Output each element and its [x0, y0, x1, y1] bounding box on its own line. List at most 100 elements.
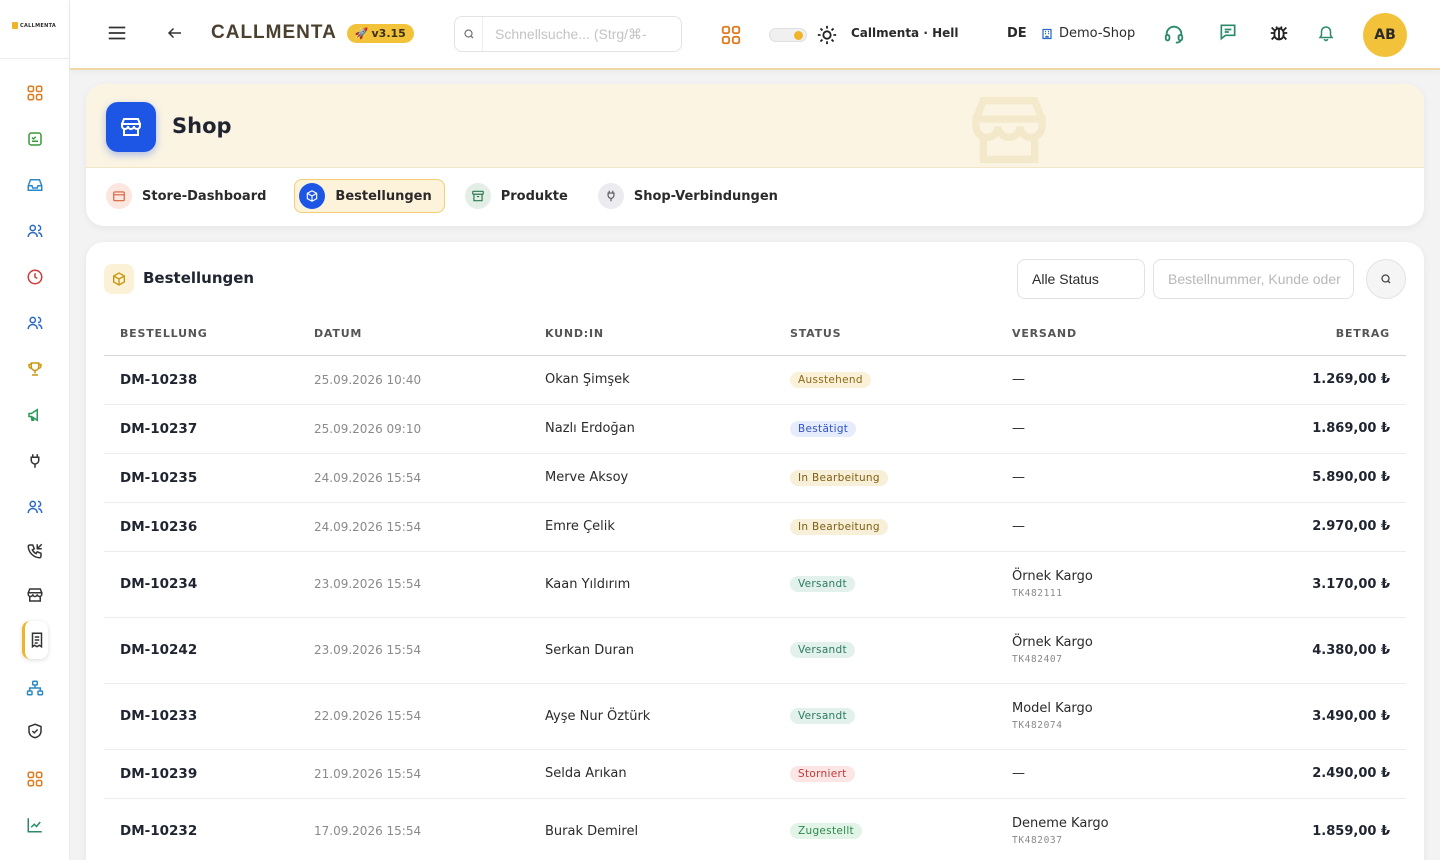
logo-mark-icon — [12, 22, 18, 29]
column-header-status[interactable]: STATUS — [774, 312, 996, 356]
order-number[interactable]: DM-10236 — [104, 502, 298, 552]
sidebar-item-security[interactable] — [22, 718, 48, 744]
brand[interactable]: CALLMENTA 🚀 v3.15 — [211, 22, 414, 44]
sidebar-item-orders[interactable] — [22, 621, 48, 659]
status-badge: Bestätigt — [790, 420, 857, 437]
order-number[interactable]: DM-10234 — [104, 551, 298, 618]
table-row[interactable]: DM-10232 17.09.2026 15:54 Burak Demirel Zug… — [104, 798, 1406, 860]
shipping-carrier: — — [1012, 470, 1025, 485]
trophy-icon — [28, 362, 42, 376]
sidebar-item-campaigns[interactable] — [22, 402, 48, 428]
megaphone-icon — [28, 408, 38, 422]
column-header-order[interactable]: BESTELLUNG — [104, 312, 298, 356]
package-icon — [104, 264, 134, 294]
sidebar-item-inbox[interactable] — [22, 172, 48, 198]
order-date: 24.09.2026 15:54 — [298, 502, 529, 552]
column-header-amount[interactable]: BETRAG — [1216, 312, 1406, 356]
customer-name: Ayşe Nur Öztürk — [529, 683, 774, 750]
sidebar-item-team[interactable] — [22, 310, 48, 336]
phone-incoming-icon — [27, 543, 43, 559]
order-search-button[interactable] — [1366, 259, 1406, 299]
table-row[interactable]: DM-10242 23.09.2026 15:54 Serkan Duran Vers… — [104, 617, 1406, 684]
menu-button[interactable] — [106, 22, 128, 44]
table-row[interactable]: DM-10236 24.09.2026 15:54 Emre Çelik In Bea… — [104, 502, 1406, 552]
column-header-date[interactable]: DATUM — [298, 312, 529, 356]
back-button[interactable] — [166, 24, 184, 42]
messages-button[interactable] — [1218, 22, 1238, 42]
sidebar-item-dashboard[interactable] — [22, 80, 48, 106]
table-row[interactable]: DM-10235 24.09.2026 15:54 Merve Aksoy In Be… — [104, 453, 1406, 503]
notifications-button[interactable] — [1317, 24, 1335, 42]
tracking-number[interactable]: TK482407 — [1012, 654, 1216, 665]
tracking-number[interactable]: TK482074 — [1012, 720, 1216, 731]
sidebar-item-users[interactable] — [22, 494, 48, 520]
tab-shop-verbindungen[interactable]: Shop-Verbindungen — [597, 179, 788, 213]
support-button[interactable] — [1163, 23, 1185, 45]
app-logo[interactable]: CALLMENTA — [12, 22, 56, 29]
bug-report-button[interactable] — [1268, 22, 1290, 44]
orders-table: BESTELLUNG DATUM KUND:IN STATUS VERSAND … — [104, 312, 1406, 860]
users-icon — [27, 500, 43, 514]
shipping-cell: — — [996, 355, 1216, 405]
sidebar-item-time[interactable] — [22, 264, 48, 290]
order-number[interactable]: DM-10239 — [104, 749, 298, 799]
order-number[interactable]: DM-10237 — [104, 404, 298, 454]
tracking-number[interactable]: TK482037 — [1012, 835, 1216, 846]
order-search-input[interactable] — [1153, 259, 1354, 299]
page-title: Shop — [172, 114, 232, 138]
customer-name: Selda Arıkan — [529, 749, 774, 799]
shop-selector[interactable]: Demo-Shop — [1041, 26, 1135, 41]
headset-icon — [1164, 25, 1184, 44]
order-date: 21.09.2026 15:54 — [298, 749, 529, 799]
grid-icon — [27, 85, 43, 101]
tab-store-dashboard[interactable]: Store-Dashboard — [106, 179, 276, 213]
version-badge: 🚀 v3.15 — [346, 23, 414, 43]
orders-card: Bestellungen Alle Status BESTELLUNG DATU… — [86, 242, 1424, 860]
column-header-shipping[interactable]: VERSAND — [996, 312, 1216, 356]
sidebar-item-analytics[interactable] — [22, 812, 48, 838]
sidebar-item-apps[interactable] — [22, 766, 48, 792]
sidebar-item-shop[interactable] — [22, 582, 48, 608]
theme-toggle[interactable] — [769, 28, 807, 42]
table-row[interactable]: DM-10233 22.09.2026 15:54 Ayşe Nur Öztürk V… — [104, 683, 1406, 750]
shipping-carrier: Deneme Kargo — [1012, 816, 1109, 831]
order-number[interactable]: DM-10242 — [104, 617, 298, 684]
table-row[interactable]: DM-10234 23.09.2026 15:54 Kaan Yıldırım Ver… — [104, 551, 1406, 618]
sidebar-item-achievements[interactable] — [22, 356, 48, 382]
sidebar-item-hierarchy[interactable] — [22, 675, 48, 701]
order-number[interactable]: DM-10238 — [104, 355, 298, 405]
language-selector[interactable]: DE — [1007, 26, 1027, 41]
user-avatar[interactable]: AB — [1363, 13, 1407, 57]
table-row[interactable]: DM-10237 25.09.2026 09:10 Nazlı Erdoğan Bes… — [104, 404, 1406, 454]
order-number[interactable]: DM-10235 — [104, 453, 298, 503]
sitemap-icon — [26, 680, 44, 696]
shipping-cell: Model Kargo TK482074 — [996, 683, 1216, 750]
orders-title: Bestellungen — [143, 269, 255, 287]
tab-bestellungen[interactable]: Bestellungen — [294, 179, 445, 213]
global-search-input[interactable] — [483, 26, 663, 42]
tab-produkte[interactable]: Produkte — [464, 179, 578, 213]
sidebar-item-integrations[interactable] — [22, 448, 48, 474]
column-header-customer[interactable]: KUND:IN — [529, 312, 774, 356]
clock-icon — [27, 269, 43, 285]
sidebar-divider — [0, 58, 70, 59]
order-number[interactable]: DM-10233 — [104, 683, 298, 750]
status-cell: Versandt — [774, 617, 996, 684]
sidebar-item-contacts[interactable] — [22, 218, 48, 244]
order-date: 24.09.2026 15:54 — [298, 453, 529, 503]
checklist-icon — [28, 132, 42, 146]
order-date: 17.09.2026 15:54 — [298, 798, 529, 860]
customer-name: Nazlı Erdoğan — [529, 404, 774, 454]
apps-launcher-button[interactable] — [720, 24, 742, 46]
table-row[interactable]: DM-10238 25.09.2026 10:40 Okan Şimşek Ausst… — [104, 355, 1406, 405]
logo-text: CALLMENTA — [20, 22, 57, 29]
shipping-cell: — — [996, 404, 1216, 454]
tracking-number[interactable]: TK482111 — [1012, 588, 1216, 599]
status-badge: Storniert — [790, 765, 855, 782]
status-filter-select[interactable]: Alle Status — [1017, 259, 1145, 299]
order-number[interactable]: DM-10232 — [104, 798, 298, 860]
sidebar-item-calls[interactable] — [22, 538, 48, 564]
sidebar-item-tasks[interactable] — [22, 126, 48, 152]
table-row[interactable]: DM-10239 21.09.2026 15:54 Selda Arıkan Stor… — [104, 749, 1406, 799]
status-badge: Versandt — [790, 642, 855, 658]
